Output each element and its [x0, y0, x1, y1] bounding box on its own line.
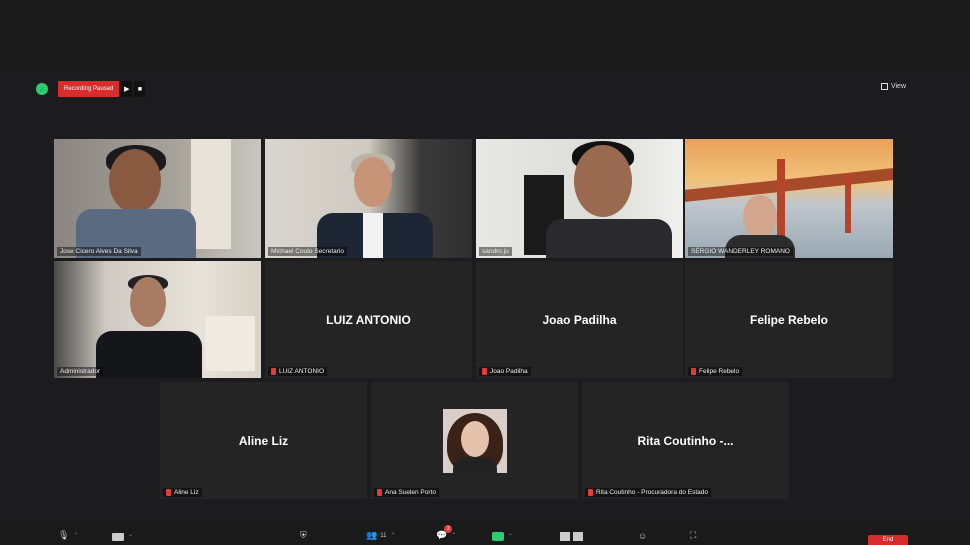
participant-display-name: LUIZ ANTONIO: [326, 312, 411, 327]
participant-name: Ana Suelen Porto: [374, 488, 439, 497]
microphone-icon: 🎙: [58, 530, 70, 540]
chat-icon: 💬 2: [436, 525, 453, 541]
end-meeting-button[interactable]: End: [868, 535, 908, 545]
participant-video: [476, 139, 683, 258]
mic-muted-icon: [377, 489, 382, 496]
chevron-up-icon: ⌃: [508, 534, 514, 540]
smiley-icon: ☺: [638, 531, 648, 541]
view-button-label: View: [890, 83, 906, 90]
participant-video: [54, 261, 261, 378]
chevron-up-icon: ⌃: [451, 533, 457, 539]
participant-tile[interactable]: Felipe Rebelo Felipe Rebelo: [685, 261, 893, 378]
video-camera-icon: [112, 533, 124, 541]
mic-muted-icon: [588, 489, 593, 496]
participant-tile[interactable]: Michael Couto Secretario: [265, 139, 472, 258]
participant-tile[interactable]: Administrador: [54, 261, 261, 378]
participants-button[interactable]: 👥 11 ⌃: [366, 530, 395, 541]
participant-name: Aline Liz: [163, 488, 202, 497]
meeting-toolbar: 🎙 ⌃ ⌃ ⛨ 👥 11 ⌃ 💬 2 ⌃ ⌃ ☺ ⛶ End: [0, 521, 970, 545]
participants-icon: 👥: [366, 530, 378, 540]
profile-picture: [442, 408, 507, 473]
mic-muted-icon: [691, 368, 696, 375]
participant-name: Felipe Rebelo: [688, 367, 743, 376]
record-button[interactable]: [560, 532, 583, 541]
participant-tile[interactable]: LUIZ ANTONIO LUIZ ANTONIO: [265, 261, 472, 378]
participant-name: Administrador: [57, 367, 104, 376]
window-top-band: [0, 0, 970, 72]
participant-display-name: Rita Coutinho -...: [637, 433, 734, 448]
participant-display-name: Joao Padilha: [542, 312, 617, 327]
grid-icon: [880, 83, 888, 90]
security-button[interactable]: ⛨: [300, 530, 307, 541]
fullscreen-button[interactable]: ⛶: [690, 530, 696, 541]
mic-muted-icon: [271, 368, 276, 375]
reactions-button[interactable]: ☺: [638, 531, 647, 541]
chevron-up-icon: ⌃: [73, 533, 79, 539]
participant-name: sandro.ju: [479, 247, 512, 256]
shield-icon: ⛨: [300, 530, 307, 540]
participants-count: 11: [380, 532, 387, 539]
chevron-up-icon: ⌃: [390, 533, 396, 539]
participant-tile-active-speaker[interactable]: SÉRGIO WANDERLEY ROMANO: [685, 139, 893, 258]
participant-display-name: Aline Liz: [238, 433, 289, 448]
expand-icon: ⛶: [690, 530, 697, 540]
participant-tile[interactable]: Jose Cicero Alves Da Silva: [54, 139, 261, 258]
pause-icon: [560, 532, 570, 541]
participant-name: Michael Couto Secretario: [268, 247, 347, 256]
participant-video: [685, 139, 893, 258]
mic-muted-icon: [166, 489, 171, 496]
mute-button[interactable]: 🎙 ⌃: [58, 530, 78, 541]
participant-tile[interactable]: Ana Suelen Porto: [371, 382, 578, 499]
participant-name: Rita Coutinho - Procuradora do Estado: [585, 488, 712, 497]
stop-icon: [573, 532, 583, 541]
stop-recording-icon[interactable]: ■: [134, 81, 146, 97]
participant-tile[interactable]: Aline Liz Aline Liz: [160, 382, 367, 499]
participant-video: [265, 139, 472, 258]
participant-name: SÉRGIO WANDERLEY ROMANO: [688, 247, 793, 256]
participant-tile[interactable]: Rita Coutinho -... Rita Coutinho - Procu…: [582, 382, 789, 499]
chevron-up-icon: ⌃: [128, 534, 134, 541]
resume-recording-icon[interactable]: ▶: [121, 81, 133, 97]
share-screen-button[interactable]: ⌃: [492, 532, 513, 541]
participant-name: Joao Padilha: [479, 367, 531, 376]
recording-bar: ✓ Recording Paused ▶ ■: [36, 80, 146, 98]
recording-status-badge: Recording Paused: [58, 81, 120, 97]
security-shield-icon: ✓: [36, 83, 48, 95]
participant-video: [54, 139, 261, 258]
participant-name: Jose Cicero Alves Da Silva: [57, 247, 141, 256]
participant-display-name: Felipe Rebelo: [749, 312, 829, 327]
mic-muted-icon: [482, 368, 487, 375]
video-button[interactable]: ⌃: [112, 533, 133, 541]
participant-name: LUIZ ANTONIO: [268, 367, 328, 376]
view-button[interactable]: View: [880, 83, 906, 90]
participant-tile[interactable]: Joao Padilha Joao Padilha: [476, 261, 683, 378]
participant-tile[interactable]: sandro.ju: [476, 139, 683, 258]
share-screen-icon: [492, 532, 504, 541]
chat-button[interactable]: 💬 2 ⌃: [436, 525, 457, 541]
